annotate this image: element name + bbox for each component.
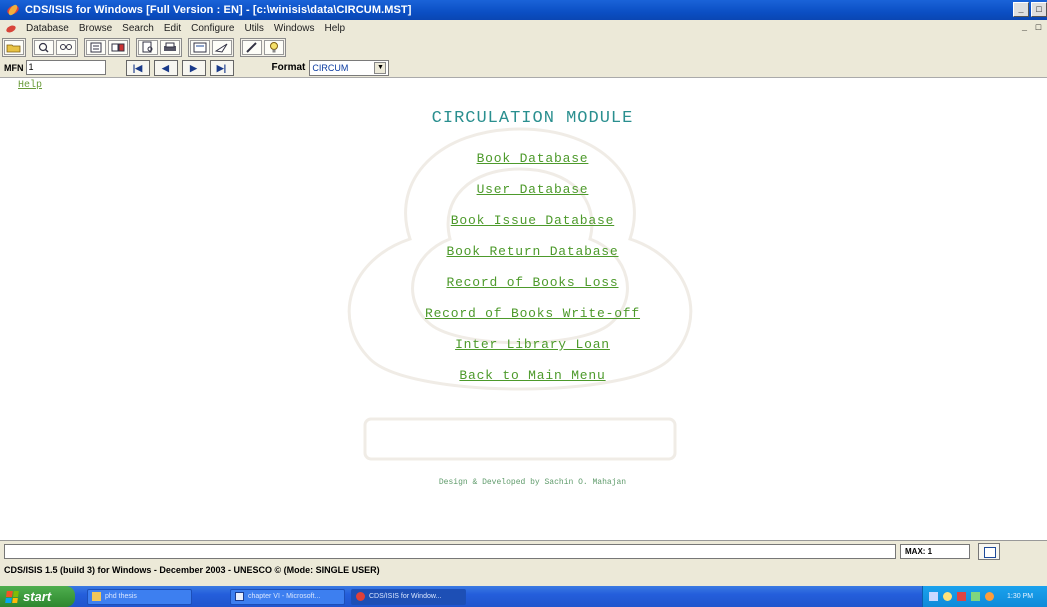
link-inter-library-loan[interactable]: Inter Library Loan xyxy=(0,337,1047,352)
menu-search[interactable]: Search xyxy=(117,23,159,34)
status-bar: CDS/ISIS 1.5 (build 3) for Windows - Dec… xyxy=(0,561,1047,586)
start-button[interactable]: start xyxy=(0,586,75,607)
record-nav-buttons: |◀ ◀ ▶ ▶| xyxy=(125,59,234,76)
windows-taskbar: start phd thesis chapter VI - Microsoft.… xyxy=(0,586,1047,607)
cds-isis-app-icon xyxy=(356,592,365,601)
link-record-of-books-loss[interactable]: Record of Books Loss xyxy=(0,275,1047,290)
menu-help[interactable]: Help xyxy=(319,23,350,34)
windows-logo-icon xyxy=(5,590,19,603)
toolbar-group-browse xyxy=(84,38,130,57)
format-select[interactable]: CIRCUM ▼ xyxy=(309,59,390,76)
print-preview-icon[interactable] xyxy=(138,40,158,55)
start-label: start xyxy=(23,589,52,604)
maximize-button[interactable]: □ xyxy=(1031,2,1047,17)
toolbar-group-tools xyxy=(240,38,286,57)
command-bar: MAX: 1 xyxy=(0,540,1047,561)
hit-list-icon[interactable] xyxy=(190,40,210,55)
document-restore-button[interactable]: □ xyxy=(1032,22,1045,34)
task-label: CDS/ISIS for Window... xyxy=(369,593,442,600)
menu-windows[interactable]: Windows xyxy=(269,23,320,34)
system-tray: 1:30 PM xyxy=(922,586,1047,607)
task-cds-isis[interactable]: CDS/ISIS for Window... xyxy=(351,588,466,605)
task-phd-thesis[interactable]: phd thesis xyxy=(87,588,192,605)
cds-isis-app-icon[interactable] xyxy=(6,3,20,17)
connection-icon[interactable] xyxy=(971,592,980,601)
find-icon[interactable] xyxy=(56,40,76,55)
previous-record-button[interactable]: ◀ xyxy=(153,59,178,76)
taskbar-clock: 1:30 PM xyxy=(1007,593,1034,600)
link-book-return-database[interactable]: Book Return Database xyxy=(0,244,1047,259)
messenger-icon[interactable] xyxy=(985,592,994,601)
format-label: Format xyxy=(271,62,306,73)
window-title: CDS/ISIS for Windows [Full Version : EN]… xyxy=(25,4,412,16)
toolbar-group-database xyxy=(2,38,26,57)
open-database-icon[interactable] xyxy=(4,40,24,55)
link-record-of-books-write-off[interactable]: Record of Books Write-off xyxy=(0,306,1047,321)
next-record-button[interactable]: ▶ xyxy=(181,59,206,76)
edit-record-icon[interactable] xyxy=(108,40,128,55)
toolbar xyxy=(0,37,1047,58)
help-link[interactable]: Help xyxy=(18,80,42,91)
display-area: Help CIRCULATION MODULE Book Database Us… xyxy=(0,79,1047,540)
menu-configure[interactable]: Configure xyxy=(186,23,239,34)
document-window-icon[interactable] xyxy=(5,23,17,35)
pencil-icon[interactable] xyxy=(242,40,262,55)
word-document-icon xyxy=(235,592,244,601)
document-window-controls: _ □ xyxy=(1018,22,1045,34)
send-icon[interactable] xyxy=(212,40,232,55)
first-record-button[interactable]: |◀ xyxy=(125,59,150,76)
print-icon[interactable] xyxy=(160,40,180,55)
toolbar-group-search xyxy=(32,38,78,57)
toolbar-group-output xyxy=(188,38,234,57)
network-icon[interactable] xyxy=(929,592,938,601)
developer-credit: Design & Developed by Sachin O. Mahajan xyxy=(438,478,627,487)
window-controls: _ □ xyxy=(1013,2,1047,17)
help-bulb-icon[interactable] xyxy=(264,40,284,55)
format-value: CIRCUM xyxy=(312,62,349,73)
window-icon[interactable] xyxy=(978,542,1000,560)
mfn-field[interactable]: 1 xyxy=(25,60,106,75)
link-book-database[interactable]: Book Database xyxy=(0,151,1047,166)
volume-icon[interactable] xyxy=(943,592,952,601)
document-minimize-button[interactable]: _ xyxy=(1018,22,1031,34)
title-bar[interactable]: CDS/ISIS for Windows [Full Version : EN]… xyxy=(0,0,1047,20)
menu-edit[interactable]: Edit xyxy=(159,23,186,34)
link-user-database[interactable]: User Database xyxy=(0,182,1047,197)
menu-utils[interactable]: Utils xyxy=(239,23,268,34)
folder-icon xyxy=(92,592,101,601)
mfn-label: MFN xyxy=(4,62,24,73)
menu-bar: Database Browse Search Edit Configure Ut… xyxy=(0,20,1047,37)
task-label: chapter VI - Microsoft... xyxy=(248,593,321,600)
toolbar-group-print xyxy=(136,38,182,57)
module-title: CIRCULATION MODULE xyxy=(431,109,634,128)
last-record-button[interactable]: ▶| xyxy=(209,59,234,76)
browse-icon[interactable] xyxy=(86,40,106,55)
search-icon[interactable] xyxy=(34,40,54,55)
task-word-document[interactable]: chapter VI - Microsoft... xyxy=(230,588,345,605)
link-back-to-main-menu[interactable]: Back to Main Menu xyxy=(0,368,1047,383)
chevron-down-icon[interactable]: ▼ xyxy=(374,61,387,74)
command-input[interactable] xyxy=(4,543,896,559)
link-book-issue-database[interactable]: Book Issue Database xyxy=(0,213,1047,228)
task-label: phd thesis xyxy=(105,593,137,600)
max-mfn-display: MAX: 1 xyxy=(900,543,970,559)
antivirus-icon[interactable] xyxy=(957,592,966,601)
menu-browse[interactable]: Browse xyxy=(74,23,117,34)
minimize-button[interactable]: _ xyxy=(1013,2,1029,17)
record-navigation-bar: MFN 1 |◀ ◀ ▶ ▶| Format CIRCUM ▼ xyxy=(0,58,1047,78)
menu-database[interactable]: Database xyxy=(21,23,74,34)
